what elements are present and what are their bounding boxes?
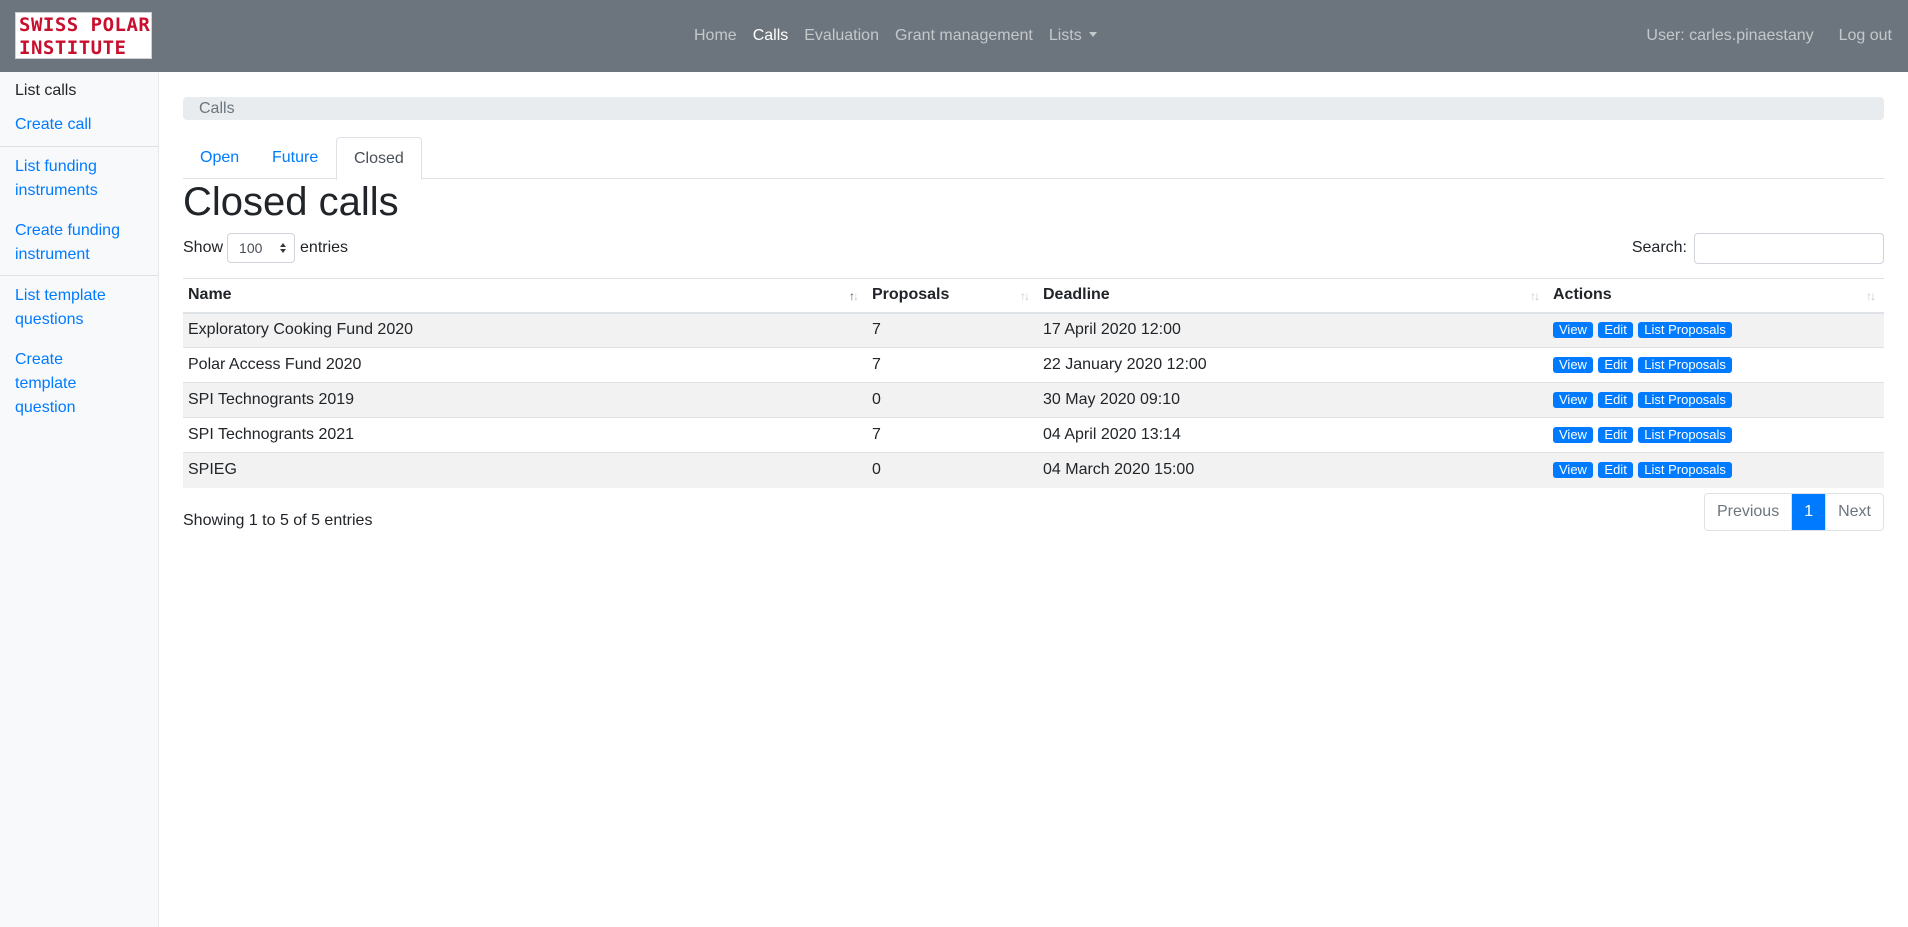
view-button[interactable]: View — [1553, 392, 1593, 408]
sidebar-item-create-template-question[interactable]: Create template question — [0, 348, 130, 420]
sort-icon: ↑↓ — [1866, 289, 1876, 303]
column-header-actions[interactable]: Actions ↑↓ — [1548, 278, 1884, 314]
logout-link[interactable]: Log out — [1839, 27, 1892, 45]
caret-down-icon — [1088, 32, 1097, 37]
cell-actions: View Edit List Proposals — [1548, 312, 1884, 348]
page-title: Closed calls — [183, 180, 399, 224]
breadcrumb: Calls — [183, 97, 1884, 120]
user-nav: User: carles.pinaestany Log out — [1646, 0, 1892, 72]
tab-closed[interactable]: Closed — [336, 137, 422, 180]
entries-per-page-select[interactable]: 100 — [227, 233, 296, 263]
cell-name: SPI Technogrants 2019 — [183, 382, 867, 418]
nav-evaluation[interactable]: Evaluation — [796, 27, 887, 45]
edit-button[interactable]: Edit — [1598, 462, 1633, 479]
nav-calls[interactable]: Calls — [745, 27, 797, 45]
table-row: SPIEG 0 04 March 2020 15:00 View Edit List … — [183, 452, 1884, 488]
search-input[interactable] — [1694, 232, 1884, 264]
edit-button[interactable]: Edit — [1598, 392, 1633, 408]
cell-deadline: 30 May 2020 09:10 — [1038, 382, 1548, 418]
nav-lists-label: Lists — [1048, 27, 1082, 44]
view-button[interactable]: View — [1553, 462, 1593, 479]
cell-proposals: 7 — [867, 347, 1038, 383]
cell-name: Polar Access Fund 2020 — [183, 347, 867, 383]
edit-button[interactable]: Edit — [1598, 357, 1633, 373]
top-navbar: SWISS POLAR INSTITUTE Home Calls Evaluat… — [0, 0, 1908, 72]
cell-actions: View Edit List Proposals — [1548, 417, 1884, 453]
swiss-polar-institute-logo[interactable]: SWISS POLAR INSTITUTE — [15, 12, 152, 59]
list-proposals-button[interactable]: List Proposals — [1638, 462, 1732, 479]
cell-proposals: 0 — [867, 452, 1038, 488]
show-label: Show — [183, 239, 224, 256]
sort-icon: ↑↓ — [1530, 289, 1540, 303]
logo-text: SWISS POLAR INSTITUTE — [19, 14, 151, 59]
cell-actions: View Edit List Proposals — [1548, 347, 1884, 383]
main-nav: Home Calls Evaluation Grant management L… — [686, 0, 1105, 72]
list-proposals-button[interactable]: List Proposals — [1638, 427, 1732, 443]
sort-ascending-icon: ↑↓ — [849, 289, 859, 303]
select-arrows-icon — [280, 243, 287, 253]
view-button[interactable]: View — [1553, 427, 1593, 443]
current-user[interactable]: User: carles.pinaestany — [1646, 27, 1813, 45]
pagination-previous[interactable]: Previous — [1705, 494, 1791, 530]
closed-calls-table: Name ↑↓ Proposals ↑↓ Deadline ↑↓ Actions ↑↓ … — [183, 278, 1884, 488]
sort-icon: ↑↓ — [1020, 289, 1030, 303]
entries-label: entries — [300, 239, 349, 256]
pagination-page-1[interactable]: 1 — [1791, 494, 1826, 530]
table-header-row: Name ↑↓ Proposals ↑↓ Deadline ↑↓ Actions ↑↓ — [183, 278, 1884, 314]
sidebar-item-list-calls[interactable]: List calls — [0, 78, 158, 104]
pagination: Previous 1 Next — [1703, 493, 1884, 531]
table-row: Exploratory Cooking Fund 2020 7 17 April 2… — [183, 312, 1884, 348]
edit-button[interactable]: Edit — [1598, 322, 1633, 339]
cell-deadline: 17 April 2020 12:00 — [1038, 312, 1548, 348]
cell-actions: View Edit List Proposals — [1548, 382, 1884, 418]
cell-deadline: 22 January 2020 12:00 — [1038, 347, 1548, 383]
cell-proposals: 7 — [867, 417, 1038, 453]
entries-length-control: Show 100 entries — [183, 233, 348, 263]
cell-proposals: 0 — [867, 382, 1038, 418]
edit-button[interactable]: Edit — [1598, 427, 1633, 443]
column-header-name[interactable]: Name ↑↓ — [183, 278, 867, 314]
cell-actions: View Edit List Proposals — [1548, 452, 1884, 488]
list-proposals-button[interactable]: List Proposals — [1638, 322, 1732, 339]
column-header-proposals[interactable]: Proposals ↑↓ — [867, 278, 1038, 314]
table-row: Polar Access Fund 2020 7 22 January 2020 1… — [183, 347, 1884, 383]
table-row: SPI Technogrants 2019 0 30 May 2020 09:10 V… — [183, 382, 1884, 418]
cell-deadline: 04 April 2020 13:14 — [1038, 417, 1548, 453]
view-button[interactable]: View — [1553, 322, 1593, 339]
column-header-deadline[interactable]: Deadline ↑↓ — [1038, 278, 1548, 314]
sidebar-item-list-template-questions[interactable]: List template questions — [0, 284, 125, 332]
cell-name: SPI Technogrants 2021 — [183, 417, 867, 453]
list-proposals-button[interactable]: List Proposals — [1638, 392, 1732, 408]
tab-future[interactable]: Future — [255, 137, 335, 179]
view-button[interactable]: View — [1553, 357, 1593, 373]
nav-grant-management[interactable]: Grant management — [887, 27, 1041, 45]
nav-lists-dropdown[interactable]: Lists — [1041, 27, 1105, 45]
search-label: Search: — [1631, 239, 1687, 256]
table-search: Search: — [1631, 232, 1884, 264]
sidebar-item-list-funding-instruments[interactable]: List funding instruments — [0, 155, 120, 203]
entries-per-page-value: 100 — [239, 240, 263, 256]
table-info: Showing 1 to 5 of 5 entries — [183, 512, 373, 529]
table-row: SPI Technogrants 2021 7 04 April 2020 13:1… — [183, 417, 1884, 453]
cell-proposals: 7 — [867, 312, 1038, 348]
sidebar-item-create-call[interactable]: Create call — [0, 112, 158, 138]
cell-deadline: 04 March 2020 15:00 — [1038, 452, 1548, 488]
call-status-tabs: Open Future Closed — [183, 137, 1884, 180]
cell-name: Exploratory Cooking Fund 2020 — [183, 312, 867, 348]
tab-open[interactable]: Open — [183, 137, 256, 179]
list-proposals-button[interactable]: List Proposals — [1638, 357, 1732, 373]
nav-home[interactable]: Home — [686, 27, 745, 45]
sidebar-item-create-funding-instrument[interactable]: Create funding instrument — [0, 219, 140, 267]
pagination-next[interactable]: Next — [1825, 494, 1883, 530]
sidebar: List calls Create call List funding inst… — [0, 72, 159, 927]
cell-name: SPIEG — [183, 452, 867, 488]
